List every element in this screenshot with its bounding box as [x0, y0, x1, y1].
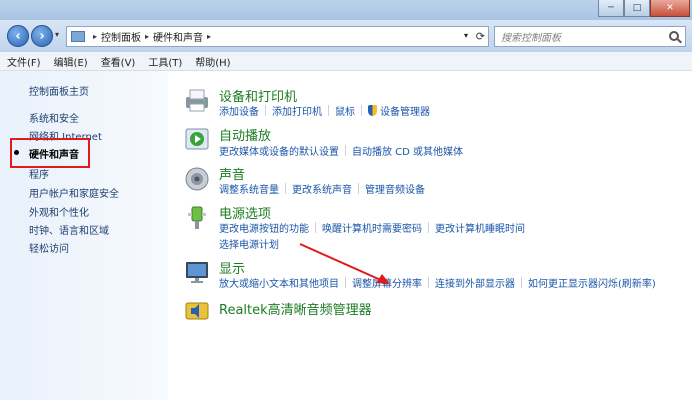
annotation-arrow-icon: [299, 243, 390, 284]
